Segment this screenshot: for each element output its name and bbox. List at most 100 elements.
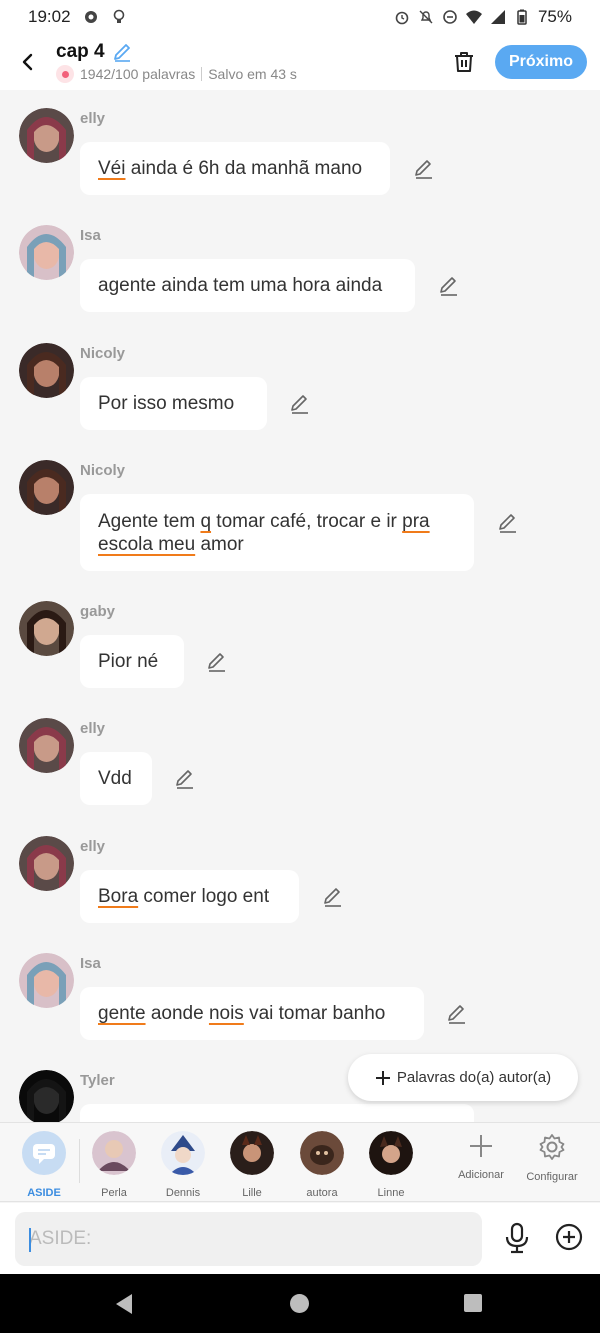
mute-icon bbox=[419, 10, 433, 24]
message-bubble[interactable]: Pior né bbox=[80, 635, 184, 688]
message-bubble[interactable]: Véi ainda é 6h da manhã mano bbox=[80, 142, 390, 195]
edit-message-icon[interactable] bbox=[446, 1003, 468, 1025]
text-cursor bbox=[29, 1228, 31, 1252]
character-linne[interactable]: Linne bbox=[359, 1131, 423, 1199]
avatar[interactable] bbox=[19, 108, 74, 163]
delete-button[interactable] bbox=[446, 46, 482, 78]
message-bubble[interactable]: Vdd bbox=[80, 752, 152, 805]
text-segment: Por isso mesmo bbox=[98, 393, 235, 414]
editor-header: cap 4 1942/100 palavras Salvo em 43 s Pr… bbox=[0, 34, 600, 90]
message-text: gente aonde nois vai tomar banho bbox=[98, 1002, 385, 1025]
character-name: Nicoly bbox=[80, 462, 126, 479]
avatar[interactable] bbox=[19, 225, 74, 280]
chat-bubble-icon bbox=[33, 1144, 55, 1164]
message-text: Véi ainda é 6h da manhã mano bbox=[98, 157, 362, 180]
message-bubble[interactable]: Bora comer logo ent bbox=[80, 870, 299, 923]
text-segment: vai tomar banho bbox=[243, 1003, 386, 1024]
character-name: Isa bbox=[80, 955, 101, 972]
avatar[interactable] bbox=[19, 343, 74, 398]
avatar bbox=[230, 1131, 274, 1175]
edit-message-icon[interactable] bbox=[174, 768, 196, 790]
configure-button[interactable]: Configurar bbox=[512, 1133, 592, 1183]
character-perla[interactable]: Perla bbox=[82, 1131, 146, 1199]
add-label: Adicionar bbox=[458, 1169, 504, 1181]
avatar[interactable] bbox=[19, 836, 74, 891]
avatar[interactable] bbox=[19, 460, 74, 515]
message-bubble[interactable] bbox=[80, 1104, 474, 1122]
message-text: agente ainda tem uma hora ainda bbox=[98, 274, 382, 297]
text-segment: tomar café, trocar e ir bbox=[211, 510, 403, 532]
add-circle-icon[interactable] bbox=[555, 1223, 583, 1251]
character-lille[interactable]: Lille bbox=[220, 1131, 284, 1199]
character-dennis[interactable]: Dennis bbox=[151, 1131, 215, 1199]
character-aside[interactable]: ASIDE bbox=[12, 1131, 76, 1199]
microphone-icon[interactable] bbox=[503, 1222, 531, 1254]
text-segment: agente ainda tem uma hora ainda bbox=[98, 275, 383, 296]
text-segment: comer logo ent bbox=[138, 886, 270, 907]
character-name: elly bbox=[80, 838, 106, 855]
avatar[interactable] bbox=[19, 953, 74, 1008]
character-label: Lille bbox=[242, 1187, 262, 1199]
message-text: Por isso mesmo bbox=[98, 392, 234, 415]
avatar[interactable] bbox=[19, 1070, 74, 1122]
message-input[interactable] bbox=[15, 1212, 482, 1266]
spellcheck-word: nois bbox=[208, 1003, 244, 1024]
nav-recents-icon[interactable] bbox=[464, 1294, 482, 1312]
message-bubble[interactable]: agente ainda tem uma hora ainda bbox=[80, 259, 415, 312]
edit-message-icon[interactable] bbox=[438, 275, 460, 297]
text-segment: ainda é 6h da manhã mano bbox=[125, 158, 363, 179]
character-name: gaby bbox=[80, 603, 116, 620]
app-notification-icon bbox=[84, 11, 97, 23]
edit-title-icon[interactable] bbox=[111, 41, 133, 63]
battery-level: 75% bbox=[537, 7, 572, 26]
avatar[interactable] bbox=[19, 718, 74, 773]
avatar[interactable] bbox=[19, 601, 74, 656]
status-bar: 19:02 75% bbox=[0, 0, 600, 34]
character-label: Perla bbox=[101, 1187, 127, 1199]
avatar bbox=[300, 1131, 344, 1175]
character-name: elly bbox=[80, 720, 106, 737]
character-label: Dennis bbox=[165, 1187, 201, 1199]
spellcheck-word: Véi bbox=[98, 158, 126, 179]
spellcheck-word: escola meu bbox=[98, 533, 196, 555]
message-list[interactable]: elly Véi ainda é 6h da manhã mano Isa agent… bbox=[0, 90, 600, 1122]
message-text: Bora comer logo ent bbox=[98, 885, 269, 908]
text-segment: Agente tem bbox=[98, 510, 201, 532]
edit-message-icon[interactable] bbox=[289, 393, 311, 415]
divider bbox=[201, 67, 203, 81]
spellcheck-word: gente bbox=[98, 1003, 146, 1024]
character-autora[interactable]: autora bbox=[290, 1131, 354, 1199]
nav-home-icon[interactable] bbox=[290, 1294, 309, 1313]
character-name: Isa bbox=[80, 227, 101, 244]
add-character-button[interactable]: Adicionar bbox=[441, 1133, 521, 1181]
nav-back-icon[interactable] bbox=[114, 1293, 134, 1315]
message-bubble[interactable]: gente aonde nois vai tomar banho bbox=[80, 987, 424, 1040]
text-segment: aonde bbox=[145, 1003, 209, 1024]
character-name: Nicoly bbox=[80, 345, 126, 362]
chapter-title[interactable]: cap 4 bbox=[56, 41, 105, 63]
status-dot-icon bbox=[56, 65, 74, 83]
message-text: Agente tem q tomar café, trocar e ir pra… bbox=[98, 510, 430, 556]
edit-message-icon[interactable] bbox=[322, 886, 344, 908]
author-words-button[interactable]: Palavras do(a) autor(a) bbox=[348, 1054, 578, 1101]
lightbulb-icon bbox=[113, 9, 124, 23]
back-arrow-icon bbox=[22, 53, 33, 71]
text-segment: Pior né bbox=[98, 651, 159, 672]
character-name: Tyler bbox=[80, 1072, 115, 1089]
next-button[interactable]: Próximo bbox=[495, 45, 587, 79]
character-name: elly bbox=[80, 110, 106, 127]
avatar bbox=[92, 1131, 136, 1175]
saved-status: Salvo em 43 s bbox=[208, 66, 297, 82]
message-bubble[interactable]: Agente tem q tomar café, trocar e ir pra… bbox=[80, 494, 474, 571]
alarm-icon bbox=[395, 11, 409, 25]
edit-message-icon[interactable] bbox=[206, 651, 228, 673]
configure-label: Configurar bbox=[526, 1171, 578, 1183]
message-bubble[interactable]: Por isso mesmo bbox=[80, 377, 267, 430]
edit-message-icon[interactable] bbox=[497, 512, 519, 534]
edit-message-icon[interactable] bbox=[413, 158, 435, 180]
author-words-label: Palavras do(a) autor(a) bbox=[396, 1069, 552, 1086]
back-button[interactable] bbox=[0, 34, 56, 90]
message-text: Pior né bbox=[98, 650, 158, 673]
character-label: Linne bbox=[377, 1187, 405, 1199]
spellcheck-word: q bbox=[200, 510, 212, 532]
